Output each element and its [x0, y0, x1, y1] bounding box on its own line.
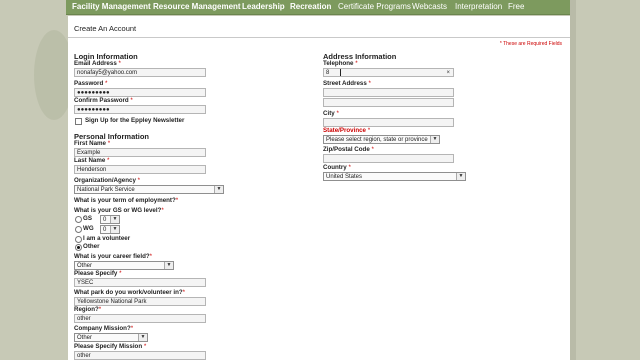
newsletter-checkbox[interactable] [75, 118, 82, 125]
newsletter-label: Sign Up for the Eppley Newsletter [85, 117, 185, 124]
wg-level-select[interactable]: 0 ▼ [100, 225, 120, 234]
first-name-field[interactable]: Example [74, 148, 206, 157]
zip-postal-field[interactable] [323, 154, 454, 163]
telephone-field[interactable]: 8 × [323, 68, 454, 77]
wg-label: WG [83, 225, 94, 232]
career-field-select[interactable]: Other ▼ [74, 261, 174, 270]
chevron-down-icon: ▼ [110, 216, 119, 223]
state-province-label: State/Province * [323, 127, 371, 134]
last-name-label: Last Name * [74, 157, 110, 164]
chevron-down-icon: ▼ [164, 262, 173, 269]
chevron-down-icon: ▼ [214, 186, 223, 193]
organization-label: Organization/Agency * [74, 177, 141, 184]
confirm-password-field[interactable]: ●●●●●●●●● [74, 105, 206, 114]
title-divider [68, 37, 570, 38]
telephone-label: Telephone * [323, 60, 358, 67]
country-label: Country * [323, 164, 351, 171]
volunteer-radio[interactable] [75, 236, 82, 243]
email-field[interactable]: nonafay5@yahoo.com [74, 68, 206, 77]
city-field[interactable] [323, 118, 454, 127]
password-label: Password * [74, 80, 108, 87]
street-address-line2-field[interactable] [323, 98, 454, 107]
company-mission-label: Company Mission?* [74, 325, 134, 332]
specify-field[interactable]: YSEC [74, 278, 206, 287]
email-label: Email Address * [74, 60, 121, 67]
gs-label: GS [83, 215, 92, 222]
page-title: Create An Account [74, 24, 137, 33]
street-address-label: Street Address * [323, 80, 371, 87]
required-fields-note: * These are Required Fields [499, 41, 562, 47]
city-label: City * [323, 110, 339, 117]
other-radio[interactable] [75, 244, 82, 251]
confirm-password-label: Confirm Password * [74, 97, 133, 104]
specify-mission-field[interactable]: other [74, 351, 206, 360]
text-cursor-icon [340, 69, 341, 76]
password-field[interactable]: ●●●●●●●●● [74, 88, 206, 97]
nav-certificate-programs[interactable]: Certificate Programs [338, 2, 411, 11]
other-label: Other [83, 243, 100, 250]
top-nav-bar: Facility Management Resource Management … [66, 0, 570, 15]
region-field[interactable]: other [74, 314, 206, 323]
nav-webcasts[interactable]: Webcasts [412, 2, 447, 11]
state-province-select[interactable]: Please select region, state or province ▼ [323, 135, 440, 144]
specify-mission-label: Please Specify Mission * [74, 343, 147, 350]
career-field-label: What is your career field?* [74, 253, 153, 260]
volunteer-label: I am a volunteer [83, 235, 131, 242]
chevron-down-icon: ▼ [110, 226, 119, 233]
chevron-down-icon: ▼ [456, 173, 465, 180]
nav-free[interactable]: Free [508, 2, 524, 11]
company-mission-select[interactable]: Other ▼ [74, 333, 148, 342]
term-employment-label: What is your term of employment?* [74, 197, 179, 204]
nav-interpretation[interactable]: Interpretation [455, 2, 502, 11]
nav-resource-management[interactable]: Resource Management [153, 2, 241, 11]
account-form-page: Create An Account * These are Required F… [68, 16, 570, 360]
park-label: What park do you work/volunteer in?* [74, 289, 186, 296]
wg-radio[interactable] [75, 226, 82, 233]
region-label: Region?* [74, 306, 102, 313]
specify-label: Please Specify * [74, 270, 122, 277]
country-select[interactable]: United States ▼ [323, 172, 466, 181]
street-address-field[interactable] [323, 88, 454, 97]
level-label: What is your GS or WG level?* [74, 207, 164, 214]
gs-level-select[interactable]: 0 ▼ [100, 215, 120, 224]
chevron-down-icon: ▼ [430, 136, 439, 143]
nav-leadership[interactable]: Leadership [242, 2, 285, 11]
page-scrollbar[interactable] [570, 0, 576, 360]
organization-select[interactable]: National Park Service ▼ [74, 185, 224, 194]
park-field[interactable]: Yellowstone National Park [74, 297, 206, 306]
first-name-label: First Name * [74, 140, 111, 147]
chevron-down-icon: ▼ [138, 334, 147, 341]
last-name-field[interactable]: Henderson [74, 165, 206, 174]
clear-input-icon[interactable]: × [446, 69, 450, 76]
nav-facility-management[interactable]: Facility Management [72, 2, 151, 11]
gs-radio[interactable] [75, 216, 82, 223]
nav-recreation[interactable]: Recreation [290, 2, 331, 11]
zip-postal-label: Zip/Postal Code * [323, 146, 374, 153]
